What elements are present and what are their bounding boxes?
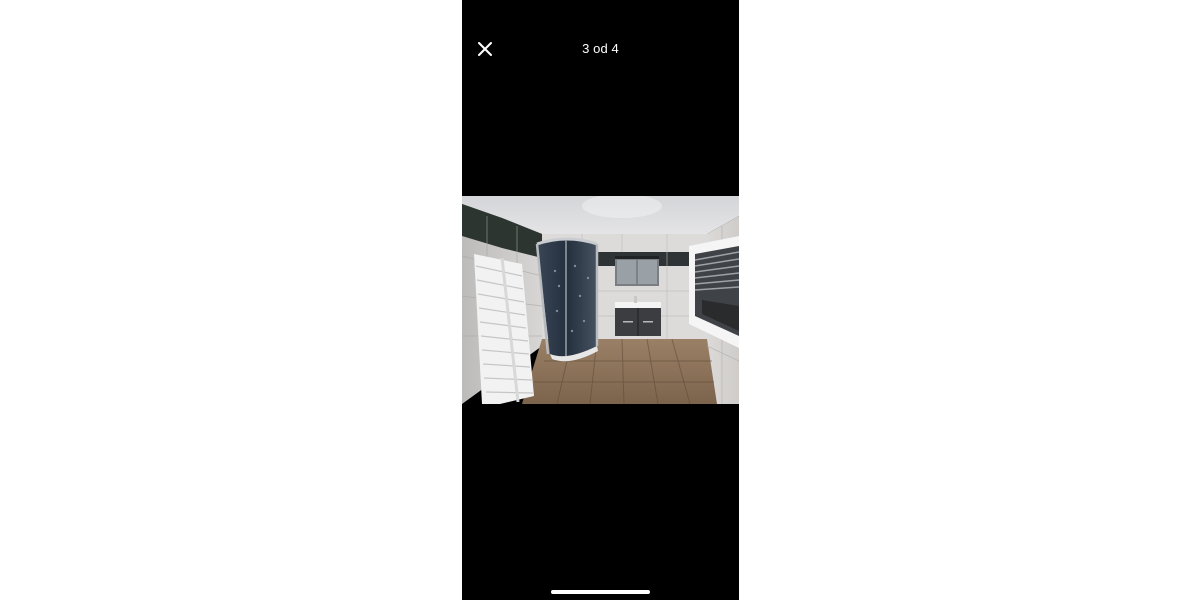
bathroom-photo <box>462 196 739 404</box>
image-viewer: 3 od 4 <box>462 0 739 600</box>
home-indicator[interactable] <box>551 590 650 594</box>
gallery-photo[interactable] <box>462 196 739 404</box>
viewer-top-bar: 3 od 4 <box>462 0 739 100</box>
image-counter: 3 od 4 <box>582 41 619 56</box>
page: 3 od 4 <box>0 0 1200 600</box>
